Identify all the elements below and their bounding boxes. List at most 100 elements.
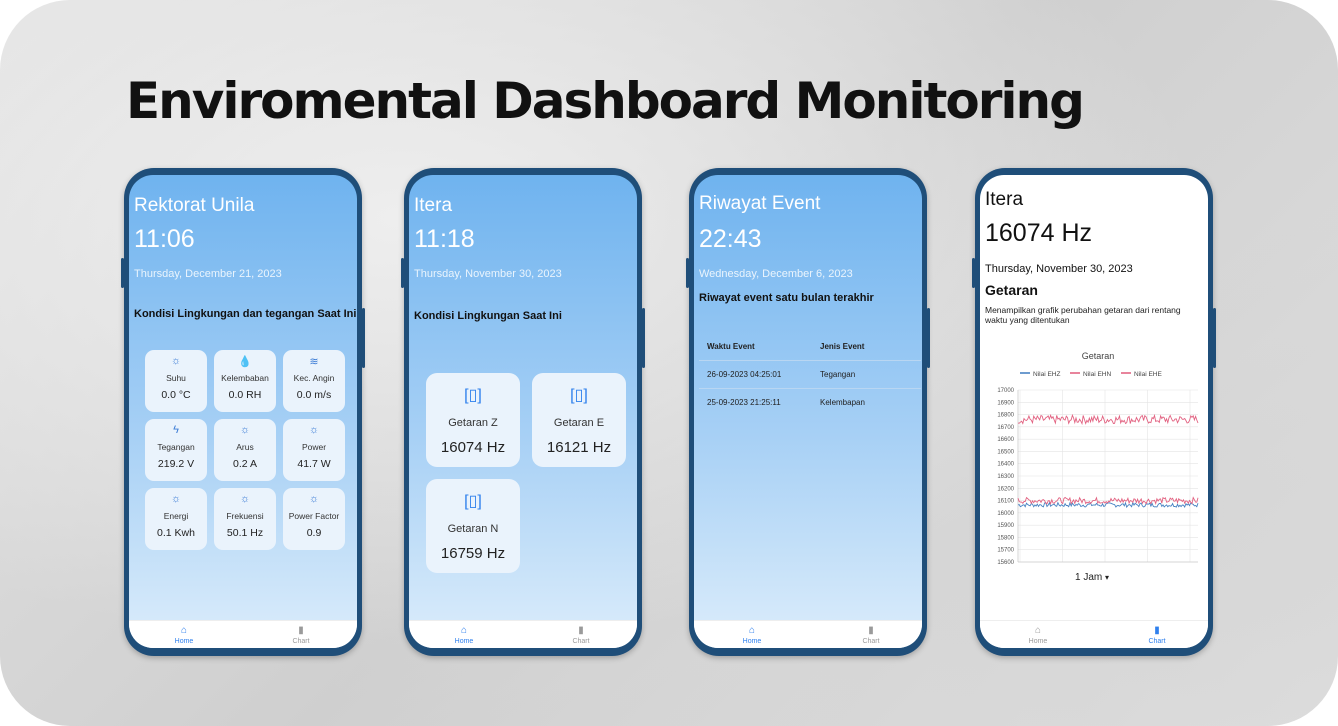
home-icon: ⌂ [460, 625, 468, 636]
phone-itera-home: Itera 11:18 Thursday, November 30, 2023 … [401, 168, 645, 656]
bottom-nav: ⌂ Home ▮ Chart [409, 620, 637, 648]
home-icon: ⌂ [1034, 625, 1042, 636]
sensor-value: 0.0 RH [228, 389, 262, 401]
phone-screen: Rektorat Unila 11:06 Thursday, December … [129, 175, 357, 648]
sun-icon: ☼ [239, 424, 251, 436]
reading-value: 16074 Hz [985, 219, 1093, 247]
vibration-label: Getaran Z [448, 417, 498, 429]
sensor-tile: ☼ Arus 0.2 A [214, 419, 276, 481]
sensor-tile: ☼ Power 41.7 W [283, 419, 345, 481]
bar-chart-icon: ▮ [578, 625, 584, 636]
background-canvas: Enviromental Dashboard Monitoring Rektor… [0, 0, 1338, 726]
vibration-label: Getaran E [553, 417, 605, 429]
legend-label: Nilai EHE [1134, 371, 1162, 378]
nav-chart[interactable]: ▮ Chart [561, 625, 601, 645]
bottom-nav: ⌂ Home ▮ Chart [129, 620, 357, 648]
sensor-tile: ☼ Power Factor 0.9 [283, 488, 345, 550]
sensor-value: 50.1 Hz [226, 527, 264, 539]
sensor-tile: ☼ Frekuensi 50.1 Hz [214, 488, 276, 550]
sensor-tile: ☼ Energi 0.1 Kwh [145, 488, 207, 550]
nav-home[interactable]: ⌂ Home [164, 625, 204, 645]
y-tick-label: 16900 [997, 400, 1014, 406]
nav-home[interactable]: ⌂ Home [1018, 625, 1058, 645]
phone-screen: Itera 11:18 Thursday, November 30, 2023 … [409, 175, 637, 648]
y-tick-label: 15600 [997, 560, 1014, 565]
nav-chart[interactable]: ▮ Chart [851, 625, 891, 645]
y-tick-label: 16600 [997, 437, 1014, 443]
vibration-tile: [▯] Getaran N 16759 Hz [426, 479, 520, 573]
sensor-label: Suhu [166, 373, 186, 383]
bar-chart-icon: ▮ [1154, 625, 1160, 636]
y-tick-label: 15800 [997, 535, 1014, 541]
sensor-label: Frekuensi [226, 511, 264, 521]
legend-label: Nilai EHN [1083, 371, 1111, 378]
phone-itera-chart: Itera 16074 Hz Thursday, November 30, 20… [972, 168, 1216, 656]
sensor-label: Arus [236, 442, 254, 452]
series-line-0 [1017, 501, 1199, 509]
event-type: Kelembapan [820, 398, 865, 407]
bottom-nav: ⌂ Home ▮ Chart [694, 620, 922, 648]
sensor-value: 41.7 W [297, 458, 331, 470]
y-tick-label: 15700 [997, 548, 1014, 554]
vibration-icon: [▯] [464, 387, 482, 404]
sensor-tile: ≋ Kec. Angin 0.0 m/s [283, 350, 345, 412]
y-tick-label: 16800 [997, 413, 1014, 419]
vibration-value: 16074 Hz [440, 439, 506, 456]
table-row[interactable]: 25-09-2023 21:25:11 Kelembapan [699, 389, 921, 417]
vibration-tile: [▯] Getaran Z 16074 Hz [426, 373, 520, 467]
nav-home[interactable]: ⌂ Home [732, 625, 772, 645]
section-title: Riwayat event satu bulan terakhir [699, 292, 874, 304]
y-tick-label: 16300 [997, 474, 1014, 480]
current-date: Wednesday, December 6, 2023 [699, 268, 853, 280]
column-header-type: Jenis Event [820, 342, 865, 351]
chart-heading: Getaran [985, 282, 1038, 298]
current-date: Thursday, November 30, 2023 [414, 268, 562, 280]
sensor-value: 0.0 °C [161, 389, 191, 401]
range-value: 1 Jam [1075, 572, 1103, 583]
nav-home[interactable]: ⌂ Home [444, 625, 484, 645]
sensor-value: 0.1 Kwh [157, 527, 195, 539]
phone-screen: Itera 16074 Hz Thursday, November 30, 20… [980, 175, 1208, 648]
y-tick-label: 16100 [997, 499, 1014, 505]
page-headline: Enviromental Dashboard Monitoring [126, 72, 1085, 130]
clock-time: 11:18 [414, 225, 475, 253]
location-title: Rektorat Unila [134, 195, 255, 216]
vibration-chart: Getaran Nilai EHZ Nilai EHN Nilai EHE 15600 1… [980, 335, 1208, 574]
caret-down-icon: ▾ [1105, 573, 1110, 582]
phone-rektorat: Rektorat Unila 11:06 Thursday, December … [121, 168, 365, 656]
vibration-value: 16759 Hz [440, 545, 506, 562]
y-tick-label: 16000 [997, 511, 1014, 517]
sensor-label: Power Factor [288, 511, 340, 521]
wind-icon: ≋ [309, 356, 319, 368]
home-icon: ⌂ [180, 625, 188, 636]
sensor-label: Tegangan [157, 442, 195, 452]
vibration-value: 16121 Hz [546, 439, 612, 456]
event-time: 25-09-2023 21:25:11 [707, 398, 781, 407]
table-header: Waktu Event Jenis Event [699, 333, 921, 361]
bar-chart-icon: ▮ [868, 625, 874, 636]
bolt-icon: ϟ [173, 424, 179, 436]
range-dropdown[interactable]: 1 Jam ▾ [1075, 572, 1109, 583]
sensor-tile: ϟ Tegangan 219.2 V [145, 419, 207, 481]
screen-title: Riwayat Event [699, 193, 821, 214]
y-tick-label: 16500 [997, 449, 1014, 455]
sun-icon: ☼ [308, 424, 320, 436]
drop-icon: 💧 [238, 356, 252, 368]
sensor-tile: 💧 Kelembaban 0.0 RH [214, 350, 276, 412]
phone-event-history: Riwayat Event 22:43 Wednesday, December … [686, 168, 930, 656]
sensor-label: Power [301, 442, 327, 452]
sensor-value: 0.0 m/s [296, 389, 332, 401]
legend-label: Nilai EHZ [1033, 371, 1060, 378]
nav-chart[interactable]: ▮ Chart [281, 625, 321, 645]
chart-title: Getaran [1082, 351, 1115, 361]
table-row[interactable]: 26-09-2023 04:25:01 Tegangan [699, 361, 921, 389]
sun-icon: ☼ [170, 493, 182, 505]
current-date: Thursday, December 21, 2023 [134, 268, 282, 280]
nav-chart[interactable]: ▮ Chart [1137, 625, 1177, 645]
current-date: Thursday, November 30, 2023 [985, 263, 1133, 275]
chart-svg: Getaran Nilai EHZ Nilai EHN Nilai EHE 15600 1… [997, 351, 1199, 574]
y-tick-label: 16200 [997, 486, 1014, 492]
event-time: 26-09-2023 04:25:01 [707, 370, 782, 379]
y-tick-label: 15900 [997, 523, 1014, 529]
sensor-value: 219.2 V [157, 458, 195, 470]
